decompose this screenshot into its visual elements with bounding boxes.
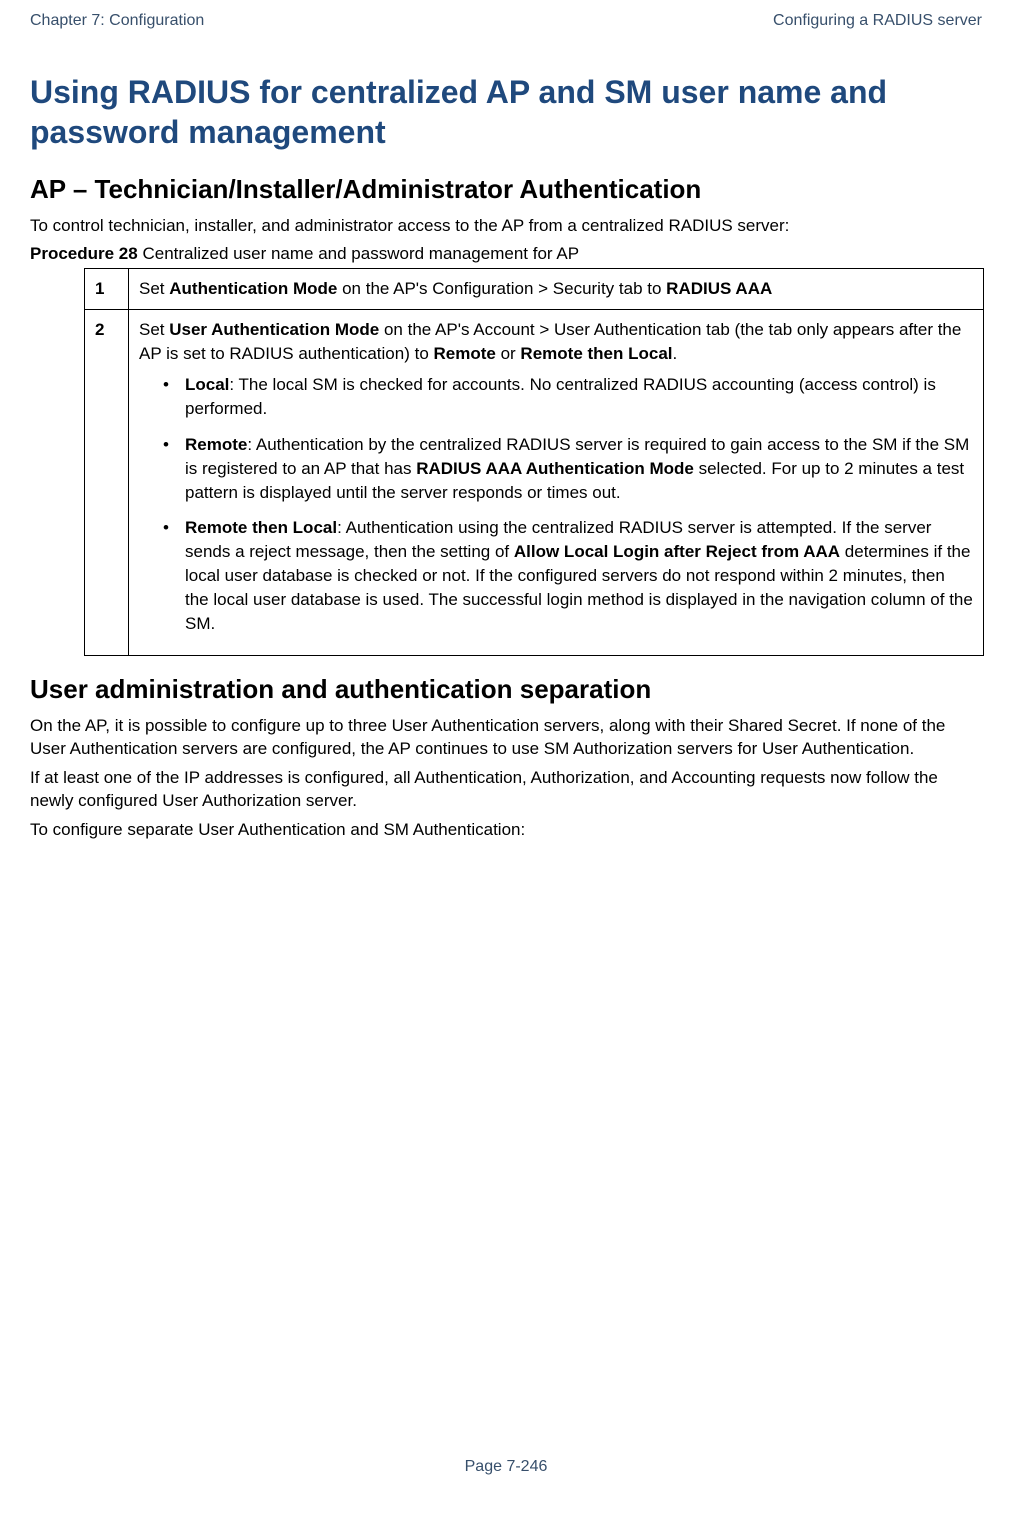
table-row: 2 Set User Authentication Mode on the AP… [85,309,984,656]
section2-para1: On the AP, it is possible to configure u… [30,715,982,761]
text-bold: Allow Local Login after Reject from AAA [514,542,840,561]
text-bold: Remote [185,435,247,454]
page-footer: Page 7-246 [0,1458,1012,1476]
text-fragment: on the AP's Configuration > Security tab… [337,279,666,298]
section2-para2: If at least one of the IP addresses is c… [30,767,982,813]
text-fragment: : The local SM is checked for accounts. … [185,375,936,418]
text-fragment: Set [139,320,169,339]
procedure-table: 1 Set Authentication Mode on the AP's Co… [84,268,984,656]
step-content: Set Authentication Mode on the AP's Conf… [129,268,984,309]
page-header: Chapter 7: Configuration Configuring a R… [30,12,982,30]
text-bold: RADIUS AAA [666,279,772,298]
text-bold: Authentication Mode [169,279,337,298]
section2-heading: User administration and authentication s… [30,674,982,705]
list-item: Remote: Authentication by the centralize… [163,433,973,504]
header-chapter: Chapter 7: Configuration [30,12,204,30]
section1-heading: AP – Technician/Installer/Administrator … [30,174,982,205]
step-number: 2 [85,309,129,656]
procedure-caption: Centralized user name and password manag… [138,244,579,263]
text-bold: User Authentication Mode [169,320,379,339]
text-bold: Remote then Local [185,518,337,537]
text-fragment: Set [139,279,169,298]
section1-intro: To control technician, installer, and ad… [30,215,982,238]
procedure-label: Procedure 28 Centralized user name and p… [30,244,982,264]
text-fragment: . [673,344,678,363]
bullet-list: Local: The local SM is checked for accou… [139,373,973,635]
step-number: 1 [85,268,129,309]
main-heading: Using RADIUS for centralized AP and SM u… [30,72,982,152]
table-row: 1 Set Authentication Mode on the AP's Co… [85,268,984,309]
list-item: Remote then Local: Authentication using … [163,516,973,635]
text-bold: Remote then Local [520,344,672,363]
text-bold: Remote [434,344,496,363]
procedure-number: Procedure 28 [30,244,138,263]
section2-para3: To configure separate User Authenticatio… [30,819,982,842]
list-item: Local: The local SM is checked for accou… [163,373,973,421]
step-paragraph: Set User Authentication Mode on the AP's… [139,318,973,366]
step-content: Set User Authentication Mode on the AP's… [129,309,984,656]
text-bold: RADIUS AAA Authentication Mode [416,459,694,478]
text-fragment: or [496,344,521,363]
text-bold: Local [185,375,229,394]
header-topic: Configuring a RADIUS server [773,12,982,30]
